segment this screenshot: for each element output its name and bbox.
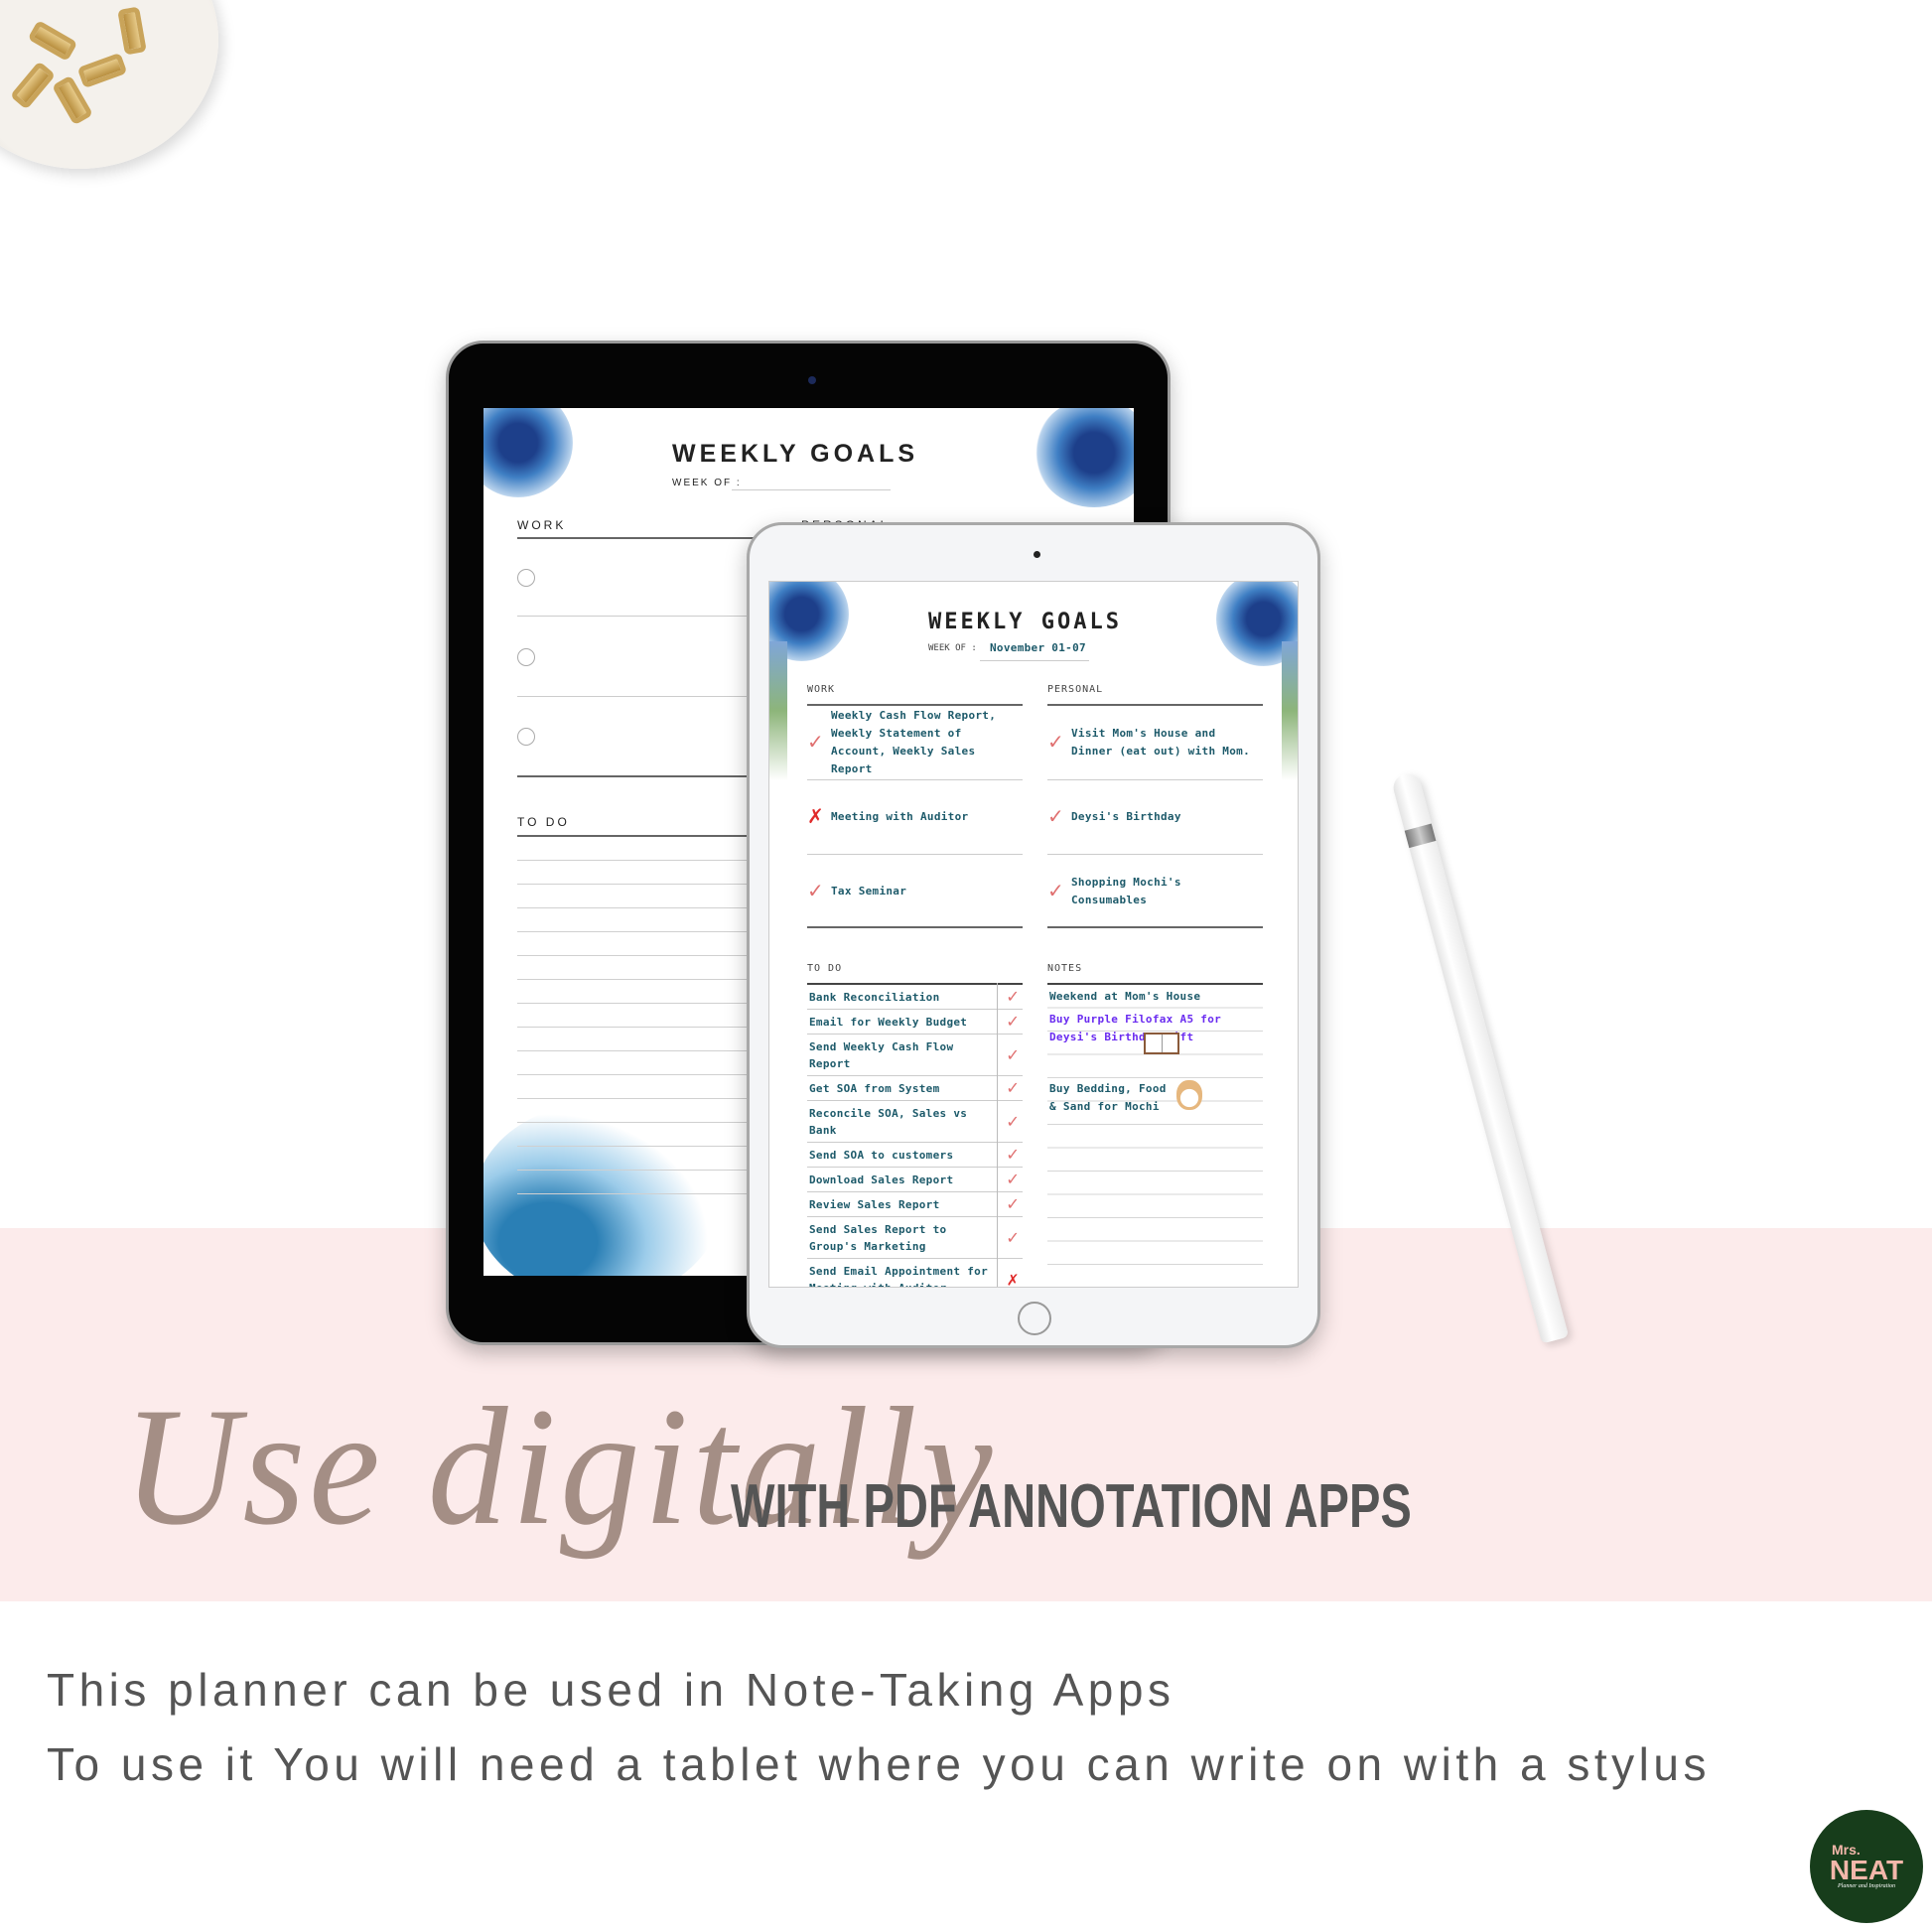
todo-row[interactable]: Get SOA from System ✓ <box>807 1076 1023 1101</box>
todo-row[interactable]: Email for Weekly Budget ✓ <box>807 1010 1023 1035</box>
work-label: WORK <box>517 518 567 532</box>
check-mark-icon: ✓ <box>1007 1043 1019 1065</box>
note-item[interactable]: Buy Bedding, Food & Sand for Mochi <box>1049 1080 1169 1116</box>
check-mark-icon: ✓ <box>1007 1143 1019 1166</box>
todo-text: Send Email Appointment for Meeting with … <box>809 1265 988 1287</box>
flower-decoration <box>1035 408 1134 507</box>
goal-text: Visit Mom's House and Dinner (eat out) w… <box>1071 726 1250 758</box>
goal-text: Weekly Cash Flow Report, Weekly Statemen… <box>831 708 997 775</box>
page-title: WEEKLY GOALS <box>928 610 1122 634</box>
notes-label: NOTES <box>1047 963 1083 974</box>
todo-text: Bank Reconciliation <box>809 991 940 1004</box>
todo-row[interactable]: Send Sales Report to Group's Marketing ✓ <box>807 1217 1023 1259</box>
todo-text: Get SOA from System <box>809 1082 940 1095</box>
week-of-label: WEEK OF : <box>672 478 742 488</box>
check-mark-icon: ✓ <box>1007 1076 1019 1099</box>
note-item[interactable]: Weekend at Mom's House <box>1049 988 1258 1006</box>
notebook-icon <box>1144 1033 1179 1054</box>
check-mark-icon: ✓ <box>1047 806 1064 828</box>
front-tablet-screen: WEEKLY GOALS WEEK OF : November 01-07 WO… <box>768 581 1299 1288</box>
work-label: WORK <box>807 684 836 695</box>
todo-text: Send Sales Report to Group's Marketing <box>809 1223 947 1253</box>
todo-text: Download Sales Report <box>809 1173 954 1186</box>
goal-item[interactable]: ✓ Weekly Cash Flow Report, Weekly Stateme… <box>807 705 1023 779</box>
camera-icon <box>808 376 816 384</box>
cross-mark-icon: ✗ <box>1007 1268 1019 1288</box>
description-line-1: This planner can be used in Note-Taking … <box>47 1664 1175 1716</box>
todo-row[interactable]: Bank Reconciliation ✓ <box>807 985 1023 1010</box>
check-mark-icon: ✓ <box>1007 1110 1019 1132</box>
goal-text: Meeting with Auditor <box>831 809 969 823</box>
todo-row[interactable]: Send SOA to customers ✓ <box>807 1143 1023 1168</box>
check-mark-icon: ✓ <box>807 881 824 902</box>
description-line-2: To use it You will need a tablet where y… <box>47 1738 1711 1790</box>
page-title: WEEKLY GOALS <box>672 440 919 468</box>
check-mark-icon: ✓ <box>1007 1168 1019 1190</box>
todo-label: TO DO <box>807 963 843 974</box>
goal-checkbox[interactable] <box>517 569 535 587</box>
hamster-icon <box>1176 1080 1202 1110</box>
todo-row[interactable]: Review Sales Report ✓ <box>807 1192 1023 1217</box>
todo-text: Send Weekly Cash Flow Report <box>809 1040 954 1070</box>
week-of-value[interactable]: November 01-07 <box>990 641 1086 654</box>
cross-mark-icon: ✗ <box>807 806 824 828</box>
goal-text: Deysi's Birthday <box>1071 809 1181 823</box>
banner-headline: WITH PDF ANNOTATION APPS <box>731 1472 1412 1541</box>
goal-text: Tax Seminar <box>831 884 907 897</box>
todo-label: TO DO <box>517 815 570 829</box>
todo-text: Send SOA to customers <box>809 1149 954 1162</box>
logo-tagline: Planner and Inspiration <box>1838 1883 1895 1889</box>
goal-checkbox[interactable] <box>517 728 535 746</box>
flower-decoration <box>483 408 573 497</box>
todo-row[interactable]: Send Weekly Cash Flow Report ✓ <box>807 1035 1023 1076</box>
todo-row[interactable]: Reconcile SOA, Sales vs Bank ✓ <box>807 1101 1023 1143</box>
todo-text: Review Sales Report <box>809 1198 940 1211</box>
check-mark-icon: ✓ <box>1047 881 1064 902</box>
check-mark-icon: ✓ <box>1007 1226 1019 1248</box>
todo-text: Reconcile SOA, Sales vs Bank <box>809 1107 968 1137</box>
goal-item[interactable]: ✓ Tax Seminar <box>807 854 1023 928</box>
check-mark-icon: ✓ <box>807 732 824 754</box>
goal-item[interactable]: ✓ Shopping Mochi's Consumables <box>1047 854 1263 928</box>
goal-checkbox[interactable] <box>517 648 535 666</box>
goal-item[interactable]: ✓ Visit Mom's House and Dinner (eat out) … <box>1047 705 1263 779</box>
week-of-label: WEEK OF : <box>928 643 977 653</box>
camera-icon <box>1034 551 1040 558</box>
check-mark-icon: ✓ <box>1007 1010 1019 1033</box>
check-mark-icon: ✓ <box>1007 985 1019 1008</box>
todo-text: Email for Weekly Budget <box>809 1016 968 1029</box>
check-mark-icon: ✓ <box>1047 732 1064 754</box>
home-button[interactable] <box>1018 1302 1051 1335</box>
notes-area[interactable]: Weekend at Mom's House Buy Purple Filofa… <box>1047 983 1263 1287</box>
goal-item[interactable]: ✓ Deysi's Birthday <box>1047 779 1263 854</box>
brand-logo: Mrs. NEAT Planner and Inspiration <box>1810 1810 1923 1923</box>
logo-main: NEAT <box>1829 1855 1904 1885</box>
goal-item[interactable]: ✗ Meeting with Auditor <box>807 779 1023 854</box>
goal-text: Shopping Mochi's Consumables <box>1071 875 1181 906</box>
personal-label: PERSONAL <box>1047 684 1104 695</box>
paper-clip-bowl <box>0 0 218 169</box>
front-tablet: WEEKLY GOALS WEEK OF : November 01-07 WO… <box>747 522 1320 1348</box>
todo-row[interactable]: Send Email Appointment for Meeting with … <box>807 1259 1023 1288</box>
todo-row[interactable]: Download Sales Report ✓ <box>807 1168 1023 1192</box>
check-mark-icon: ✓ <box>1007 1192 1019 1215</box>
todo-list: Bank Reconciliation ✓ Email for Weekly Bud… <box>807 983 1023 1288</box>
